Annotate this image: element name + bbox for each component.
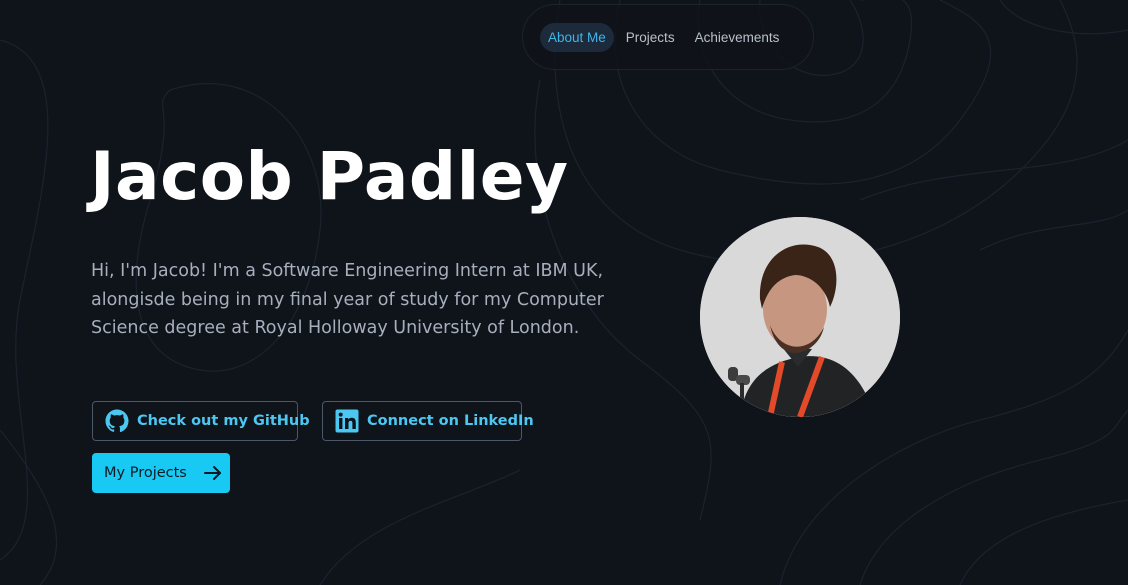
nav-item-projects[interactable]: Projects [618, 23, 683, 52]
github-icon [105, 409, 129, 433]
profile-photo [700, 217, 900, 417]
linkedin-icon [335, 409, 359, 433]
github-button-label: Check out my GitHub [137, 413, 310, 429]
my-projects-button[interactable]: My Projects [92, 453, 230, 493]
linkedin-button[interactable]: Connect on LinkedIn [322, 401, 534, 441]
hero-bio: Hi, I'm Jacob! I'm a Software Engineerin… [91, 261, 604, 338]
hero-name: Jacob Padley [90, 138, 569, 215]
nav-item-achievements[interactable]: Achievements [687, 23, 788, 52]
arrow-right-icon [203, 466, 221, 480]
top-nav: About Me Projects Achievements [522, 4, 814, 70]
my-projects-button-label: My Projects [104, 465, 187, 481]
github-button[interactable]: Check out my GitHub [92, 401, 310, 441]
linkedin-button-label: Connect on LinkedIn [367, 413, 534, 429]
profile-portrait [700, 217, 900, 417]
nav-item-about-me[interactable]: About Me [540, 22, 614, 52]
